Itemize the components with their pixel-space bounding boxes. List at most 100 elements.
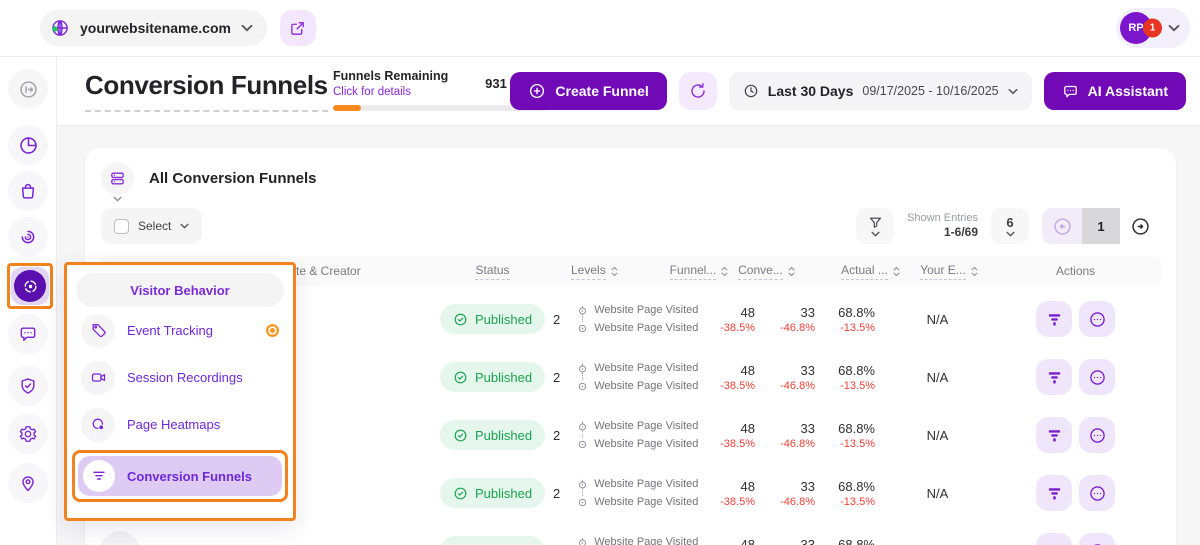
menu-item-event-tracking[interactable]: Event Tracking	[76, 307, 284, 354]
levels-count: 2	[553, 486, 560, 501]
menu-item-session-recordings[interactable]: Session Recordings	[76, 354, 284, 401]
chevron-down-icon	[1006, 231, 1015, 237]
menu-item-page-heatmaps[interactable]: Page Heatmaps	[76, 401, 284, 448]
user-menu[interactable]: RP 1	[1116, 8, 1190, 48]
spiral-icon[interactable]	[8, 217, 48, 257]
pie-chart-icon[interactable]	[8, 125, 48, 165]
shown-entries: Shown Entries 1-6/69	[907, 211, 978, 241]
funnel-value-cell: 48 -38.5%	[710, 479, 765, 508]
view-funnel-button[interactable]	[1036, 301, 1072, 337]
sort-icon[interactable]	[610, 265, 619, 278]
status-badge: Published	[440, 536, 545, 545]
column-actual[interactable]: Actual ...	[841, 263, 901, 280]
date-range-picker[interactable]: Last 30 Days 09/17/2025 - 10/16/2025	[729, 72, 1032, 110]
current-page[interactable]: 1	[1082, 208, 1120, 244]
top-bar: yourwebsitename.com RP 1	[0, 0, 1200, 57]
ai-assistant-button[interactable]: AI Assistant	[1044, 72, 1186, 110]
ellipsis-circle-icon	[1088, 368, 1107, 387]
actual-cell: 68.8% -13.5%	[825, 305, 885, 334]
sort-icon[interactable]	[720, 265, 729, 278]
open-website-button[interactable]	[280, 10, 316, 46]
chevron-down-icon	[1008, 88, 1018, 95]
row-more-button[interactable]	[1079, 533, 1115, 545]
gear-icon[interactable]	[8, 414, 48, 454]
menu-item-conversion-funnels[interactable]: Conversion Funnels	[78, 456, 282, 496]
page-title: Conversion Funnels	[85, 70, 328, 112]
view-funnel-button[interactable]	[1036, 533, 1072, 545]
shopping-bag-icon[interactable]	[8, 171, 48, 211]
conversion-funnels-annotation-box: Conversion Funnels	[72, 450, 288, 502]
visitor-behavior-annotation-box	[7, 263, 53, 309]
funnel-value-cell: 48 -38.5%	[710, 537, 765, 545]
website-selector[interactable]: yourwebsitename.com	[40, 10, 267, 46]
column-funnel[interactable]: Funnel...	[672, 263, 727, 280]
row-more-button[interactable]	[1079, 301, 1115, 337]
step-marker-icon	[577, 381, 588, 392]
column-status[interactable]: Status	[440, 263, 545, 280]
notification-dot-icon	[266, 324, 279, 337]
column-name-date-creator[interactable]: te & Creator	[296, 264, 440, 278]
select-checkbox[interactable]	[114, 219, 129, 234]
quota-details-link[interactable]: Click for details	[333, 86, 448, 98]
step-marker-icon	[577, 497, 588, 508]
expand-sidebar-icon[interactable]	[8, 69, 48, 109]
column-conversions[interactable]: Conve...	[737, 263, 797, 280]
row-more-button[interactable]	[1079, 359, 1115, 395]
check-circle-icon	[453, 428, 468, 443]
step-marker-icon	[577, 323, 588, 334]
levels-count: 2	[553, 370, 560, 385]
ellipsis-circle-icon	[1088, 484, 1107, 503]
view-funnel-button[interactable]	[1036, 359, 1072, 395]
view-funnel-button[interactable]	[1036, 475, 1072, 511]
row-more-button[interactable]	[1079, 417, 1115, 453]
funnel-steps: Website Page Visited Website Page Visite…	[577, 303, 698, 335]
sort-icon[interactable]	[787, 265, 796, 278]
funnel-chart-icon	[1046, 485, 1063, 502]
status-badge: Published	[440, 304, 545, 334]
row-more-button[interactable]	[1079, 475, 1115, 511]
funnel-steps: Website Page Visited Website Page Visite…	[577, 535, 698, 545]
visitor-behavior-menu: Visitor Behavior Event Tracking Session …	[64, 262, 296, 521]
page-size-selector[interactable]: 6	[991, 208, 1029, 244]
shield-check-icon[interactable]	[8, 366, 48, 406]
menu-header: Visitor Behavior	[76, 273, 284, 307]
prev-page-button[interactable]	[1042, 208, 1082, 244]
arrow-right-circle-icon	[1130, 216, 1151, 237]
ellipsis-circle-icon	[1088, 310, 1107, 329]
chevron-down-icon	[180, 223, 189, 229]
status-badge: Published	[440, 478, 545, 508]
filter-control[interactable]	[856, 208, 894, 244]
notification-badge: 1	[1143, 19, 1162, 38]
funnel-value-cell: 48 -38.5%	[710, 421, 765, 450]
actual-cell: 68.8% -13.5%	[825, 479, 885, 508]
refresh-button[interactable]	[679, 72, 717, 110]
refresh-icon	[689, 82, 707, 100]
status-badge: Published	[440, 362, 545, 392]
globe-icon	[50, 18, 70, 38]
sort-icon[interactable]	[970, 265, 979, 278]
ellipsis-circle-icon	[1088, 426, 1107, 445]
quota-label: Funnels Remaining	[333, 69, 448, 84]
conversions-cell: 33 -46.8%	[765, 363, 825, 392]
sidebar-item-visitor-behavior[interactable]	[11, 267, 49, 305]
location-pin-icon[interactable]	[8, 463, 48, 503]
step-marker-icon	[577, 537, 588, 545]
column-your-e[interactable]: Your E...	[897, 263, 1002, 280]
table-list-icon[interactable]	[101, 162, 134, 195]
chat-icon[interactable]	[8, 314, 48, 354]
chevron-down-icon[interactable]	[113, 196, 122, 202]
table-row[interactable]: Published 2 Website Page Visited Website…	[100, 522, 1161, 545]
levels-count: 2	[553, 428, 560, 443]
conversions-cell: 33 -46.8%	[765, 421, 825, 450]
status-badge: Published	[440, 420, 545, 450]
card-title: All Conversion Funnels	[149, 170, 317, 187]
create-funnel-button[interactable]: Create Funnel	[510, 72, 666, 110]
next-page-button[interactable]	[1120, 208, 1160, 244]
view-funnel-button[interactable]	[1036, 417, 1072, 453]
chevron-down-icon	[1168, 24, 1180, 32]
select-all-control[interactable]: Select	[101, 208, 202, 244]
chat-bubble-icon	[1062, 83, 1079, 100]
external-link-icon	[289, 20, 306, 37]
column-actions: Actions	[990, 264, 1161, 278]
actual-cell: 68.8% -13.5%	[825, 537, 885, 545]
